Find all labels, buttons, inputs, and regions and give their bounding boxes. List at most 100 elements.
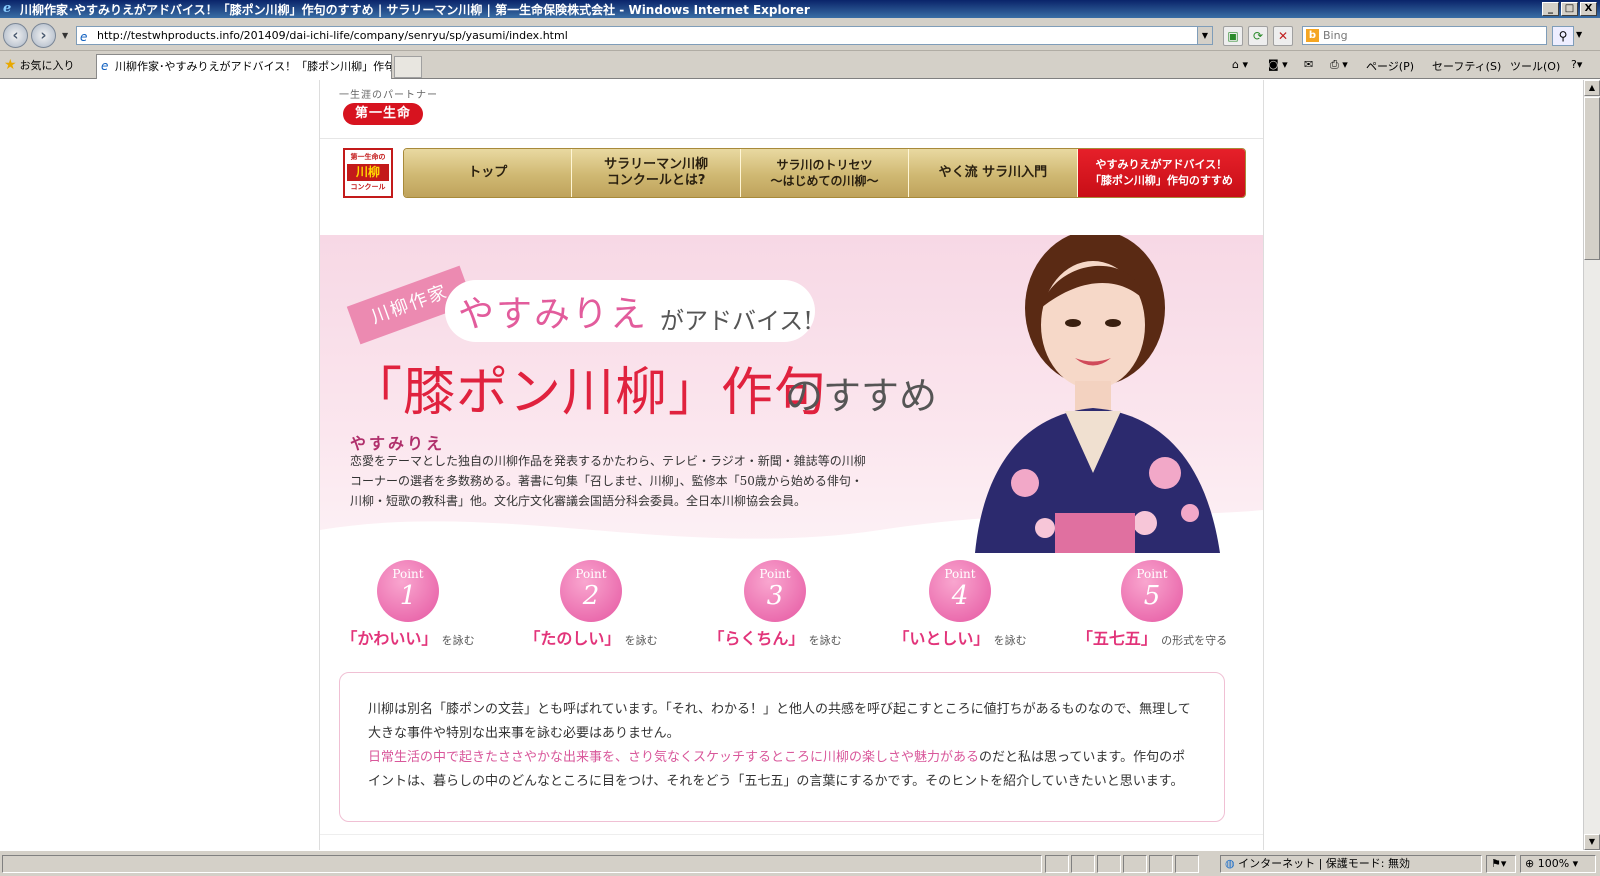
point-suffix: の形式を守る bbox=[1161, 634, 1228, 647]
point-keyword: 「らくちん」 bbox=[708, 629, 805, 648]
search-input[interactable]: b Bing bbox=[1302, 26, 1547, 45]
close-button[interactable]: X bbox=[1580, 2, 1597, 16]
nav-yasumi-advice[interactable]: やすみりえがアドバイス！ 「膝ポン川柳」作句のすすめ bbox=[1077, 149, 1245, 197]
profile-text: 恋愛をテーマとした独自の川柳作品を発表するかたわら、テレビ・ラジオ・新聞・雑誌等… bbox=[350, 454, 866, 508]
forward-button[interactable]: › bbox=[31, 23, 56, 48]
point-badge-number: 5 bbox=[1143, 581, 1161, 611]
compat-view-icon[interactable]: ▣ bbox=[1223, 26, 1243, 46]
point-badge-label: Point bbox=[759, 567, 791, 581]
refresh-icon[interactable]: ⟳ bbox=[1248, 26, 1268, 46]
point-badge-label: Point bbox=[944, 567, 976, 581]
url-text: http://testwhproducts.info/201409/dai-ic… bbox=[97, 29, 568, 42]
globe-icon: ◍ bbox=[1225, 857, 1235, 870]
point-badge-label: Point bbox=[575, 567, 607, 581]
brand-logo[interactable]: 第一生命 bbox=[343, 103, 423, 125]
tools-menu[interactable]: ツール(O) bbox=[1510, 58, 1560, 74]
status-cell bbox=[1149, 855, 1173, 873]
point-badge-label: Point bbox=[1136, 567, 1168, 581]
url-input[interactable]: e http://testwhproducts.info/201409/dai-… bbox=[76, 26, 1211, 45]
point-label: 「いとしい」 を詠む bbox=[865, 625, 1055, 649]
minimize-button[interactable]: _ bbox=[1542, 2, 1559, 16]
intro-paragraph-2: 日常生活の中で起きたささやかな出来事を、さり気なくスケッチするところに川柳の楽し… bbox=[368, 746, 1196, 794]
point-5[interactable]: Point 5 「五七五」 の形式を守る bbox=[1052, 560, 1252, 649]
point-badge: Point 2 bbox=[560, 560, 622, 622]
feeds-icon[interactable]: ◙ ▾ bbox=[1268, 58, 1288, 71]
point-keyword: 「かわいい」 bbox=[341, 629, 438, 648]
home-icon[interactable]: ⌂ ▾ bbox=[1232, 58, 1248, 71]
point-label: 「かわいい」 を詠む bbox=[313, 625, 503, 649]
history-dropdown-icon[interactable]: ▼ bbox=[62, 31, 68, 40]
contest-logo-bottom: コンクール bbox=[350, 183, 386, 191]
scroll-thumb[interactable] bbox=[1584, 97, 1600, 260]
point-keyword: 「いとしい」 bbox=[893, 629, 990, 648]
star-icon: ★ bbox=[4, 57, 17, 73]
page-content: 一生涯のパートナー 第一生命 第一生命の 川柳 コンクール トップ サラリーマン… bbox=[319, 80, 1264, 850]
nav-top[interactable]: トップ bbox=[404, 149, 573, 197]
address-bar: ‹ › ▼ e http://testwhproducts.info/20140… bbox=[0, 18, 1600, 51]
global-nav: トップ サラリーマン川柳 コンクールとは? サラ川のトリセツ ～はじめての川柳～… bbox=[403, 148, 1246, 198]
point-badge-number: 3 bbox=[766, 581, 784, 611]
point-badge-number: 2 bbox=[582, 581, 600, 611]
scroll-down-arrow-icon[interactable]: ▼ bbox=[1584, 834, 1600, 850]
point-4[interactable]: Point 4 「いとしい」 を詠む bbox=[865, 560, 1055, 649]
window-title: 川柳作家･やすみりえがアドバイス！「膝ポン川柳」作句のすすめ | サラリーマン川… bbox=[20, 2, 810, 17]
intro-box: 川柳は別名「膝ポンの文芸」とも呼ばれています。「それ、わかる！」と他人の共感を呼… bbox=[339, 672, 1225, 822]
maximize-button[interactable]: □ bbox=[1561, 2, 1578, 16]
point-badge-number: 4 bbox=[951, 581, 969, 611]
status-cell bbox=[1175, 855, 1199, 873]
point-3[interactable]: Point 3 「らくちん」 を詠む bbox=[680, 560, 870, 649]
header-divider bbox=[320, 138, 1263, 139]
safety-menu[interactable]: セーフティ(S) bbox=[1432, 58, 1501, 74]
favorites-label: お気に入り bbox=[19, 59, 75, 72]
page-menu[interactable]: ページ(P) bbox=[1366, 58, 1414, 74]
status-text-cell bbox=[2, 855, 1042, 873]
bing-icon: b bbox=[1306, 29, 1319, 42]
tab-page-icon: e bbox=[101, 59, 109, 73]
point-1[interactable]: Point 1 「かわいい」 を詠む bbox=[313, 560, 503, 649]
point-badge: Point 4 bbox=[929, 560, 991, 622]
tab-title: 川柳作家･やすみりえがアドバイス！「膝ポン川柳」作句... bbox=[115, 60, 392, 73]
mail-icon[interactable]: ✉ bbox=[1304, 58, 1313, 71]
zoom-icon: ⊕ bbox=[1525, 857, 1535, 870]
print-icon[interactable]: ⎙ ▾ bbox=[1330, 58, 1348, 72]
contest-logo[interactable]: 第一生命の 川柳 コンクール bbox=[343, 148, 393, 198]
zoom-control[interactable]: ⊕ 100% ▾ bbox=[1520, 855, 1596, 873]
scroll-up-arrow-icon[interactable]: ▲ bbox=[1584, 80, 1600, 96]
point-badge-number: 1 bbox=[399, 581, 417, 611]
point-label: 「たのしい」 を詠む bbox=[496, 625, 686, 649]
point-badge-label: Point bbox=[392, 567, 424, 581]
nav-yakuryu[interactable]: やく流 サラ川入門 bbox=[909, 149, 1078, 197]
point-2[interactable]: Point 2 「たのしい」 を詠む bbox=[496, 560, 686, 649]
status-cell bbox=[1071, 855, 1095, 873]
hero-title-suffix: のすすめ bbox=[785, 374, 938, 418]
status-bar: ◍ インターネット | 保護モード: 無効 ⚑▾ ⊕ 100% ▾ bbox=[0, 850, 1600, 876]
brand-tagline: 一生涯のパートナー bbox=[339, 90, 438, 101]
browser-viewport: 一生涯のパートナー 第一生命 第一生命の 川柳 コンクール トップ サラリーマン… bbox=[0, 80, 1583, 850]
url-dropdown-button[interactable]: ▼ bbox=[1197, 26, 1213, 45]
ie-logo-icon: e bbox=[3, 1, 12, 16]
point-suffix: を詠む bbox=[624, 634, 658, 647]
window-controls: _ □ X bbox=[1542, 2, 1597, 16]
help-icon[interactable]: ?▾ bbox=[1571, 58, 1582, 71]
new-tab-button[interactable] bbox=[394, 56, 422, 78]
search-icon[interactable]: ⚲ bbox=[1552, 26, 1574, 46]
nav-torisetsu[interactable]: サラ川のトリセツ ～はじめての川柳～ bbox=[740, 149, 910, 197]
favorites-button[interactable]: ★ お気に入り bbox=[4, 57, 75, 73]
contest-logo-top: 第一生命の bbox=[350, 153, 386, 161]
hero-name: やすみりえ bbox=[458, 294, 649, 335]
stop-icon[interactable]: ✕ bbox=[1273, 26, 1293, 46]
status-cell bbox=[1045, 855, 1069, 873]
search-dropdown-icon[interactable]: ▼ bbox=[1576, 30, 1582, 39]
vertical-scrollbar[interactable]: ▲ ▼ bbox=[1583, 80, 1600, 850]
point-suffix: を詠む bbox=[441, 634, 475, 647]
security-zone[interactable]: ◍ インターネット | 保護モード: 無効 bbox=[1220, 855, 1482, 873]
tab-current[interactable]: e 川柳作家･やすみりえがアドバイス！「膝ポン川柳」作句... bbox=[96, 54, 392, 79]
favorites-bar: ★ お気に入り e 川柳作家･やすみりえがアドバイス！「膝ポン川柳」作句... … bbox=[0, 51, 1600, 79]
protected-mode-icon[interactable]: ⚑▾ bbox=[1486, 855, 1516, 873]
nav-about-contest[interactable]: サラリーマン川柳 コンクールとは? bbox=[572, 149, 741, 197]
point-label: 「らくちん」 を詠む bbox=[680, 625, 870, 649]
point-label: 「五七五」 の形式を守る bbox=[1052, 625, 1252, 649]
point-suffix: を詠む bbox=[808, 634, 842, 647]
search-placeholder: Bing bbox=[1323, 29, 1348, 42]
back-button[interactable]: ‹ bbox=[3, 23, 28, 48]
